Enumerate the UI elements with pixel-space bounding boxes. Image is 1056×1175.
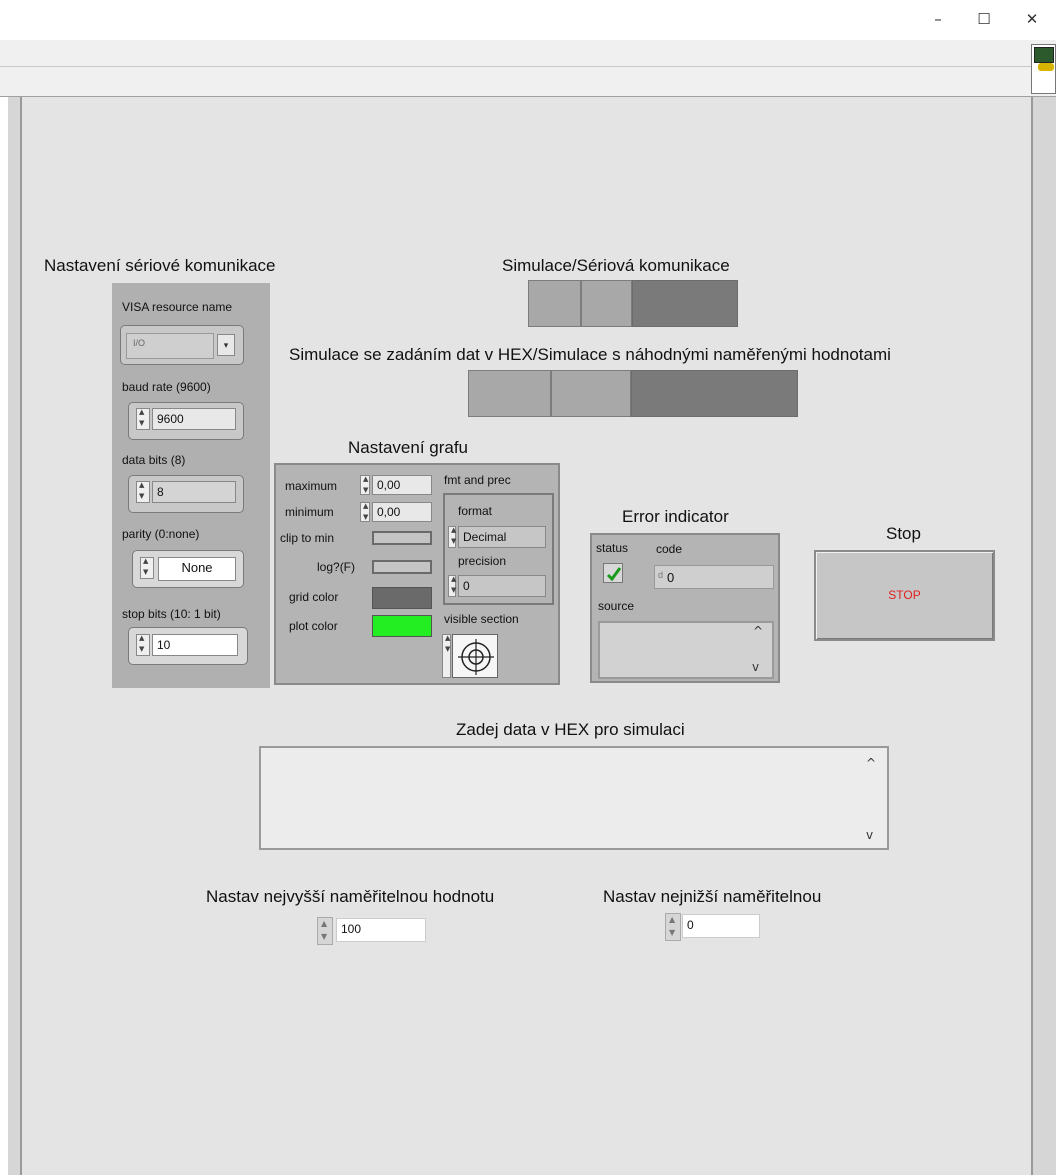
format-label: format: [458, 504, 493, 518]
precision-spinner[interactable]: [448, 575, 456, 597]
toolbar-divider: [0, 66, 1031, 67]
maximum-spinner[interactable]: [360, 475, 370, 495]
parity-field[interactable]: None: [158, 557, 236, 581]
switch2-label: Simulace se zadáním dat v HEX/Simulace s…: [289, 345, 891, 364]
maximize-button[interactable]: ☐: [962, 0, 1006, 38]
min-value-field[interactable]: 0: [682, 914, 760, 938]
format-field[interactable]: Decimal: [458, 526, 546, 548]
hex-scroll-up[interactable]: ^: [866, 756, 876, 770]
min-value-spinner[interactable]: ▲ ▼: [665, 913, 681, 941]
grid-color-swatch[interactable]: [372, 587, 432, 609]
source-field: [598, 621, 774, 679]
max-value-label: Nastav nejvyšší naměřitelnou hodnotu: [206, 887, 495, 906]
hex-input[interactable]: [259, 746, 889, 850]
minimize-button[interactable]: –: [916, 0, 960, 38]
code-radix-glyph: d: [658, 570, 664, 580]
graph-cluster-title: Nastavení grafu: [348, 438, 469, 457]
visa-dropdown-button[interactable]: ▾: [217, 334, 235, 356]
log-toggle[interactable]: [372, 560, 432, 574]
precision-field[interactable]: 0: [458, 575, 546, 597]
switch1-segment-mid: [581, 280, 632, 327]
visible-section-spinner[interactable]: [442, 634, 451, 678]
grid-color-label: grid color: [289, 590, 339, 604]
minimum-field[interactable]: 0,00: [372, 502, 432, 522]
parity-label: parity (0:none): [122, 527, 200, 541]
code-field: d 0: [654, 565, 774, 589]
stopbits-field[interactable]: 10: [152, 634, 238, 656]
maximum-label: maximum: [285, 479, 338, 493]
log-label: log?(F): [317, 560, 356, 574]
stopbits-label: stop bits (10: 1 bit): [122, 607, 221, 621]
status-label: status: [596, 541, 629, 555]
visa-label: VISA resource name: [122, 300, 233, 314]
source-scroll-down[interactable]: v: [752, 660, 759, 674]
switch2-segment-left: [468, 370, 551, 417]
clip-toggle[interactable]: [372, 531, 432, 545]
min-value-label: Nastav nejnižší naměřitelnou: [603, 887, 822, 906]
vi-icon: [1031, 44, 1056, 94]
stop-button[interactable]: STOP: [814, 550, 995, 641]
switch1-label: Simulace/Sériová komunikace: [502, 256, 730, 275]
minimum-spinner[interactable]: [360, 502, 370, 522]
stopbits-spinner[interactable]: [136, 634, 150, 656]
source-scroll-up[interactable]: ^: [753, 624, 763, 638]
hex-label: Zadej data v HEX pro simulaci: [456, 720, 685, 739]
code-label: code: [656, 542, 683, 556]
databits-label: data bits (8): [122, 453, 186, 467]
switch1-segment-right: [632, 280, 738, 327]
baud-label: baud rate (9600): [122, 380, 211, 394]
parity-spinner[interactable]: [140, 557, 154, 579]
toolbar: [0, 40, 1056, 97]
minimum-label: minimum: [285, 505, 334, 519]
io-icon: I/O: [133, 338, 146, 348]
maximum-field[interactable]: 0,00: [372, 475, 432, 495]
title-bar: [0, 0, 1056, 40]
precision-label: precision: [458, 554, 507, 568]
clip-label: clip to min: [280, 531, 335, 545]
databits-field[interactable]: 8: [152, 481, 236, 503]
serial-cluster-title: Nastavení sériové komunikace: [44, 256, 276, 275]
stop-label: Stop: [886, 524, 921, 543]
check-icon: [603, 563, 623, 583]
switch1-toggle[interactable]: [528, 280, 738, 327]
switch2-segment-mid: [551, 370, 631, 417]
switch2-segment-right: [631, 370, 798, 417]
crosshair-icon[interactable]: [452, 634, 498, 678]
error-title: Error indicator: [622, 507, 729, 526]
left-frame: [8, 97, 22, 1175]
max-value-spinner[interactable]: ▲ ▼: [317, 917, 333, 945]
close-button[interactable]: ✕: [1010, 0, 1054, 38]
switch1-segment-left: [528, 280, 581, 327]
fmt-label: fmt and prec: [444, 473, 511, 487]
right-frame: [1031, 97, 1056, 1175]
visa-resource-field[interactable]: I/O: [126, 333, 214, 359]
format-spinner[interactable]: [448, 526, 456, 548]
source-label: source: [598, 599, 635, 613]
max-value-field[interactable]: 100: [336, 918, 426, 942]
code-value: 0: [667, 570, 675, 585]
plot-color-swatch[interactable]: [372, 615, 432, 637]
switch2-toggle[interactable]: [468, 370, 798, 417]
databits-spinner[interactable]: [136, 481, 150, 503]
baud-spinner[interactable]: [136, 408, 150, 430]
visible-section-label: visible section: [444, 612, 519, 626]
plot-color-label: plot color: [289, 619, 338, 633]
baud-field[interactable]: 9600: [152, 408, 236, 430]
hex-scroll-down[interactable]: v: [866, 828, 873, 842]
